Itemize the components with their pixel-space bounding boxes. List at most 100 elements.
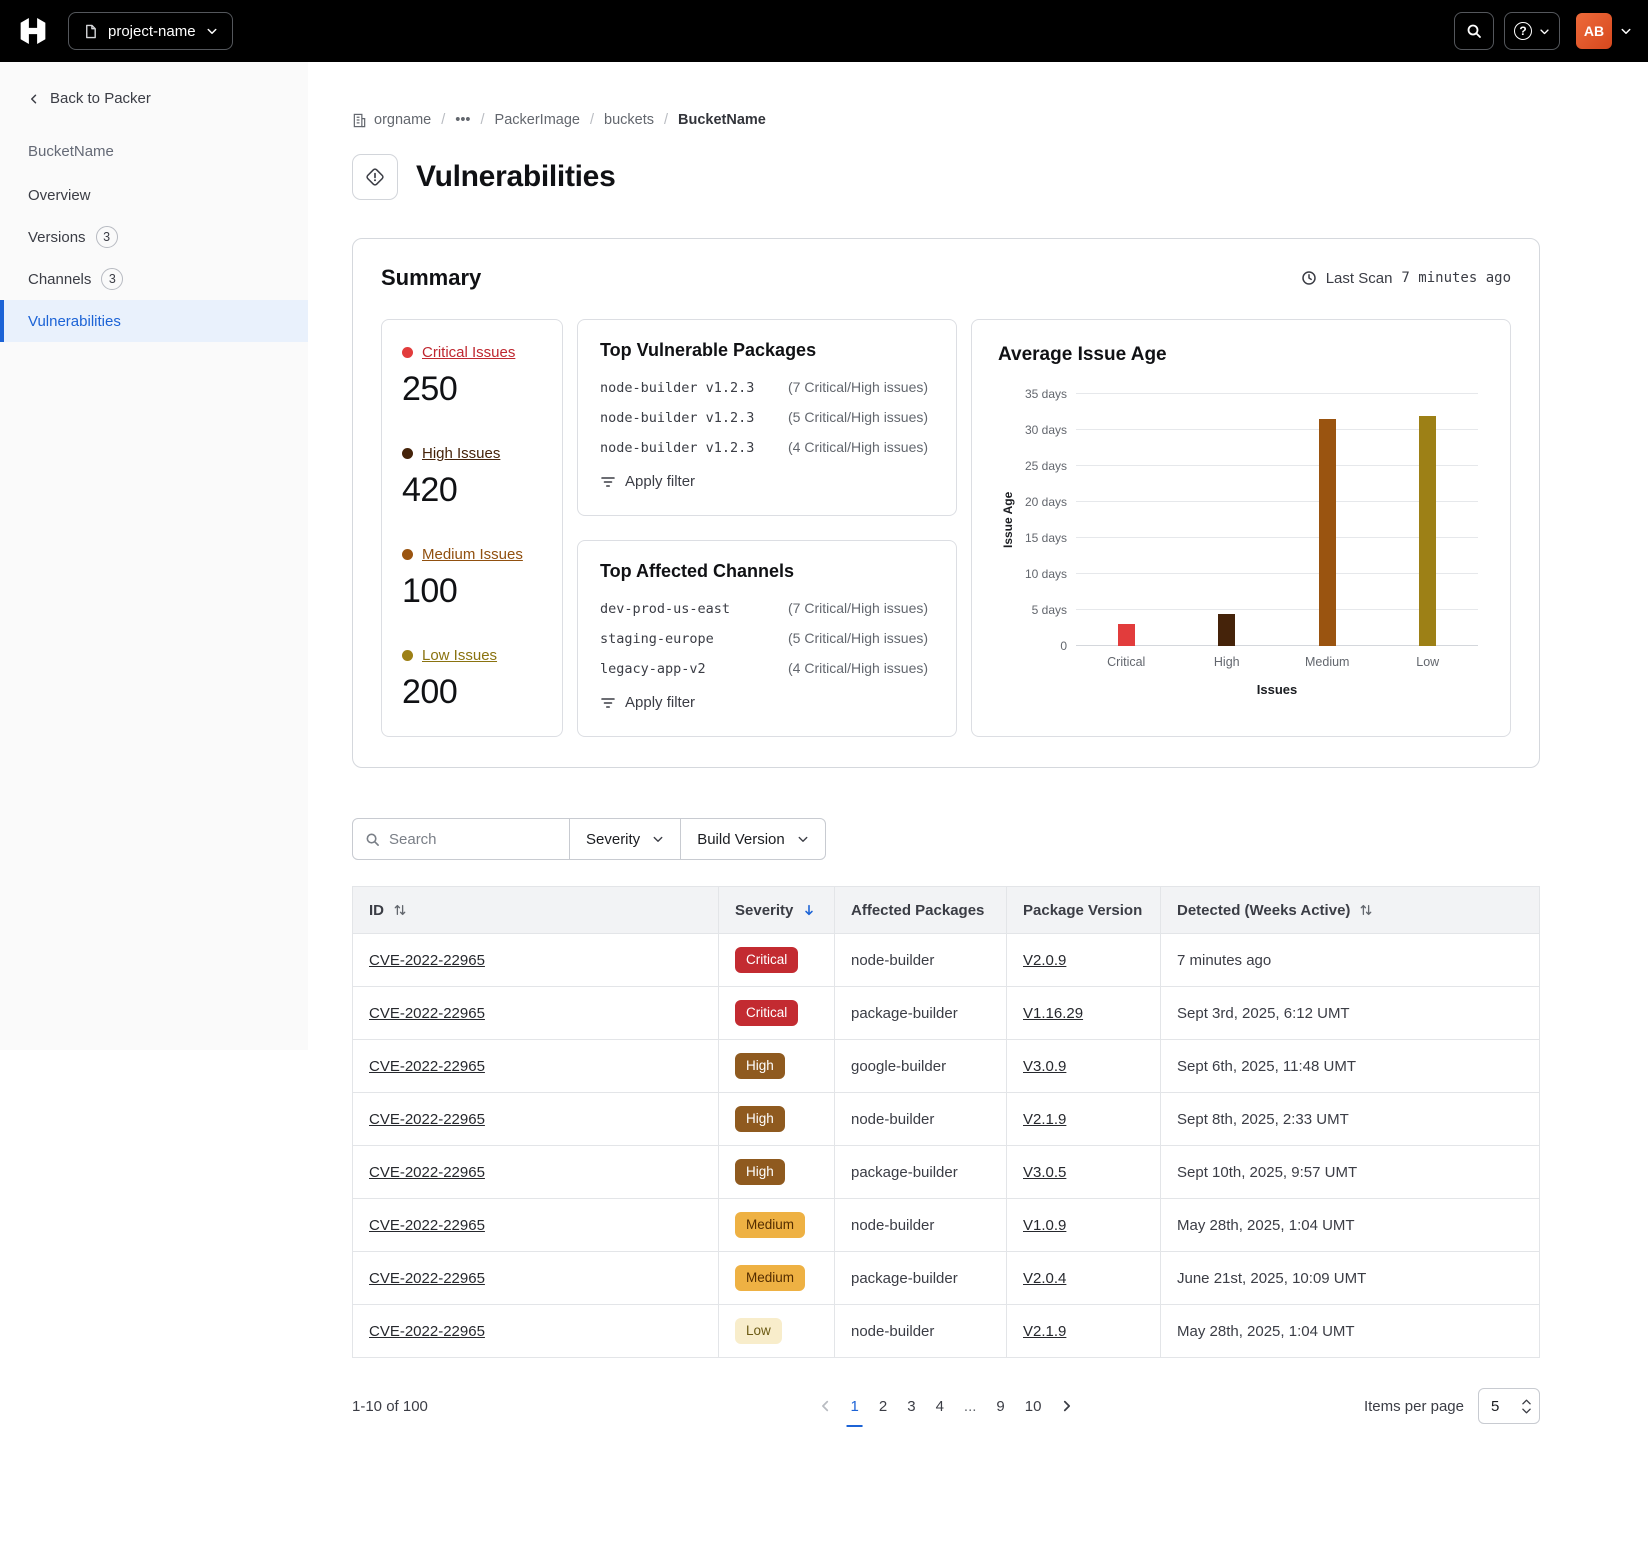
project-selector[interactable]: project-name [68, 12, 233, 50]
chevron-down-icon [1539, 26, 1550, 37]
breadcrumb-item-ellipsis[interactable]: ••• [455, 112, 470, 128]
package-version-link[interactable]: V3.0.9 [1023, 1058, 1066, 1075]
vulnerable-package-row: node-builder v1.2.3 (4 Critical/High iss… [600, 439, 934, 456]
stepper-icons[interactable] [1522, 1399, 1531, 1414]
chart-yticks: 05 days10 days15 days20 days25 days30 da… [1018, 394, 1076, 646]
affected-channel-row-info: (7 Critical/High issues) [788, 600, 928, 616]
cve-link[interactable]: CVE-2022-22965 [369, 952, 485, 969]
table-footer: 1-10 of 100 1234...910 Items per page 5 [352, 1388, 1540, 1424]
package-version-link[interactable]: V1.0.9 [1023, 1217, 1066, 1234]
pagination-ellipsis: ... [962, 1394, 979, 1419]
sidebar-item-overview[interactable]: Overview [0, 174, 308, 216]
sidebar-nav: Overview Versions 3 Channels 3 Vulnerabi… [0, 174, 308, 342]
search-field[interactable] [352, 818, 570, 860]
sort-toggle-icon-detected-weeks-active[interactable] [1359, 903, 1373, 917]
detected-cell: Sept 8th, 2025, 2:33 UMT [1161, 1093, 1540, 1146]
column-header-package-version[interactable]: Package Version [1007, 887, 1161, 934]
search-button[interactable] [1454, 12, 1494, 50]
package-version-link[interactable]: V2.0.9 [1023, 952, 1066, 969]
org-icon [352, 113, 367, 128]
summary-title: Summary [381, 265, 481, 291]
pagination-next-button[interactable] [1059, 1399, 1073, 1413]
pagination-page-1[interactable]: 1 [849, 1394, 861, 1419]
severity-filter-link[interactable]: High Issues [422, 445, 500, 462]
vulnerable-package-row-name: node-builder v1.2.3 [600, 440, 788, 456]
breadcrumb-item-orgname[interactable]: orgname [352, 112, 431, 128]
column-label: Affected Packages [851, 902, 984, 919]
search-input[interactable] [389, 831, 557, 848]
pagination-prev-button[interactable] [819, 1399, 833, 1413]
package-version-link[interactable]: V2.1.9 [1023, 1323, 1066, 1340]
column-header-affected-packages[interactable]: Affected Packages [835, 887, 1007, 934]
affected-channel-row-name: staging-europe [600, 631, 788, 647]
pagination-page-10[interactable]: 10 [1023, 1394, 1044, 1419]
affected-channel-row-name: legacy-app-v2 [600, 661, 788, 677]
cve-link[interactable]: CVE-2022-22965 [369, 1217, 485, 1234]
severity-badge: Low [735, 1318, 782, 1344]
column-label: ID [369, 902, 384, 919]
detected-cell: Sept 3rd, 2025, 6:12 UMT [1161, 987, 1540, 1040]
affected-package-cell: package-builder [835, 1146, 1007, 1199]
column-label: Package Version [1023, 902, 1142, 919]
sidebar-item-channels[interactable]: Channels 3 [0, 258, 308, 300]
vulnerable-package-row-info: (4 Critical/High issues) [788, 439, 928, 455]
pagination-page-3[interactable]: 3 [905, 1394, 917, 1419]
cve-link[interactable]: CVE-2022-22965 [369, 1164, 485, 1181]
package-version-link[interactable]: V3.0.5 [1023, 1164, 1066, 1181]
detected-cell: Sept 6th, 2025, 11:48 UMT [1161, 1040, 1540, 1093]
avatar[interactable]: AB [1576, 13, 1612, 49]
sidebar-item-label: Versions [28, 229, 86, 246]
severity-count: 250 [402, 370, 542, 409]
severity-dot [402, 347, 413, 358]
column-header-severity[interactable]: Severity [719, 887, 835, 934]
breadcrumb-item-packerimage[interactable]: PackerImage [495, 112, 580, 128]
cve-link[interactable]: CVE-2022-22965 [369, 1270, 485, 1287]
chart-bar-critical [1118, 624, 1135, 646]
apply-filter-channels-button[interactable]: Apply filter [600, 694, 934, 711]
help-menu-button[interactable]: ? [1504, 12, 1560, 50]
table-row: CVE-2022-22965 Critical node-builder V2.… [353, 934, 1540, 987]
back-to-packer-link[interactable]: Back to Packer [0, 90, 308, 107]
column-label: Severity [735, 902, 793, 919]
chevron-down-icon [652, 833, 664, 845]
cve-link[interactable]: CVE-2022-22965 [369, 1111, 485, 1128]
column-header-detected-weeks-active[interactable]: Detected (Weeks Active) [1161, 887, 1540, 934]
package-version-link[interactable]: V2.0.4 [1023, 1270, 1066, 1287]
sidebar-item-vulnerabilities[interactable]: Vulnerabilities [0, 300, 308, 342]
vulnerable-package-row-info: (7 Critical/High issues) [788, 379, 928, 395]
filter-icon [600, 695, 616, 711]
severity-filter-link[interactable]: Critical Issues [422, 344, 515, 361]
column-header-id[interactable]: ID [353, 887, 719, 934]
cve-link[interactable]: CVE-2022-22965 [369, 1323, 485, 1340]
severity-filter-dropdown[interactable]: Severity [569, 818, 681, 860]
pagination-page-9[interactable]: 9 [994, 1394, 1006, 1419]
chart-bar-column [1076, 394, 1177, 646]
severity-filter-link[interactable]: Medium Issues [422, 546, 523, 563]
breadcrumb-item-buckets[interactable]: buckets [604, 112, 654, 128]
severity-filter-link[interactable]: Low Issues [422, 647, 497, 664]
apply-filter-packages-button[interactable]: Apply filter [600, 473, 934, 490]
build-version-filter-dropdown[interactable]: Build Version [680, 818, 826, 860]
package-version-link[interactable]: V1.16.29 [1023, 1005, 1083, 1022]
user-menu[interactable]: AB [1570, 13, 1632, 49]
sort-desc-icon-severity[interactable] [802, 903, 816, 917]
items-per-page-select[interactable]: 5 [1478, 1388, 1540, 1424]
sort-toggle-icon-id[interactable] [393, 903, 407, 917]
hashicorp-logo[interactable] [16, 14, 50, 48]
chevron-left-icon [28, 93, 40, 105]
sidebar-item-versions[interactable]: Versions 3 [0, 216, 308, 258]
chart-ytick-label: 10 days [1025, 567, 1067, 581]
table-row: CVE-2022-22965 Medium node-builder V1.0.… [353, 1199, 1540, 1252]
items-per-page-label: Items per page [1364, 1398, 1464, 1415]
chart-title: Average Issue Age [998, 344, 1484, 366]
package-version-link[interactable]: V2.1.9 [1023, 1111, 1066, 1128]
table-filters: Severity Build Version [352, 818, 1540, 860]
top-navigation: project-name ? AB [0, 0, 1648, 62]
sidebar-item-label: Vulnerabilities [28, 313, 121, 330]
column-label: Detected (Weeks Active) [1177, 902, 1350, 919]
pagination-page-2[interactable]: 2 [877, 1394, 889, 1419]
pagination-page-4[interactable]: 4 [934, 1394, 946, 1419]
cve-link[interactable]: CVE-2022-22965 [369, 1058, 485, 1075]
cve-link[interactable]: CVE-2022-22965 [369, 1005, 485, 1022]
chart-ytick-label: 35 days [1025, 387, 1067, 401]
